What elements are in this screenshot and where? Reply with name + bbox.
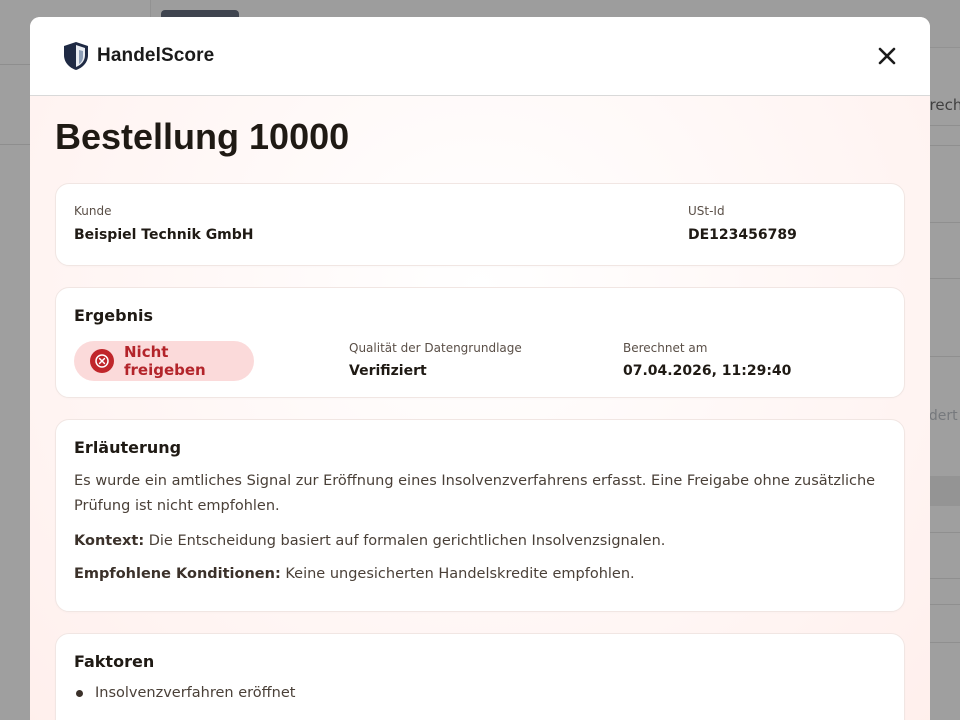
- list-item: Insolvenzverfahren eröffnet: [74, 685, 886, 701]
- modal-header: HandelScore: [30, 17, 930, 96]
- close-icon: [878, 47, 896, 65]
- brand-name: HandelScore: [97, 45, 215, 66]
- factor-list: Insolvenzverfahren eröffnet: [74, 685, 886, 701]
- explanation-card: Erläuterung Es wurde ein amtliches Signa…: [55, 419, 905, 612]
- conditions-text: Keine ungesicherten Handelskredite empfo…: [280, 566, 635, 582]
- context-text: Die Entscheidung basiert auf formalen ge…: [144, 533, 666, 549]
- computed-at-label: Berechnet am: [623, 341, 708, 355]
- explanation-text: Es wurde ein amtliches Signal zur Eröffn…: [74, 473, 876, 514]
- factors-card: Faktoren Insolvenzverfahren eröffnet: [55, 633, 905, 720]
- page-title: Bestellung 10000: [55, 116, 350, 157]
- data-quality-value: Verifiziert: [349, 363, 427, 379]
- result-title: Ergebnis: [74, 306, 153, 325]
- conditions-line: Empfohlene Konditionen: Keine ungesicher…: [74, 562, 886, 587]
- vat-id-value: DE123456789: [688, 227, 797, 243]
- explanation-title: Erläuterung: [74, 438, 182, 457]
- brand: HandelScore: [63, 41, 214, 71]
- shield-logo-icon: [64, 42, 88, 70]
- data-quality-field: Qualität der Datengrundlage Verifiziert: [349, 341, 522, 379]
- customer-label: Kunde: [74, 204, 112, 218]
- computed-at-value: 07.04.2026, 11:29:40: [623, 363, 792, 379]
- vat-id-field: USt-Id DE123456789: [688, 204, 797, 243]
- data-quality-label: Qualität der Datengrundlage: [349, 341, 522, 355]
- close-button[interactable]: [874, 43, 900, 69]
- computed-at-field: Berechnet am 07.04.2026, 11:29:40: [623, 341, 791, 379]
- factor-label: Insolvenzverfahren eröffnet: [95, 685, 296, 701]
- modal-body: Bestellung 10000 Kunde Beispiel Technik …: [30, 96, 930, 720]
- customer-value: Beispiel Technik GmbH: [74, 227, 254, 243]
- decision-badge: Nicht freigeben: [74, 341, 254, 381]
- order-detail-modal: HandelScore Bestellung 10000 Kunde Beisp…: [30, 17, 930, 720]
- customer-field: Kunde Beispiel Technik GmbH: [74, 204, 254, 243]
- result-card: Ergebnis Nicht freigeben Qualität der Da…: [55, 287, 905, 398]
- bullet-icon: [76, 689, 83, 697]
- customer-card: Kunde Beispiel Technik GmbH USt-Id DE123…: [55, 183, 905, 266]
- decision-badge-label: Nicht freigeben: [124, 343, 206, 379]
- context-label: Kontext:: [74, 533, 145, 549]
- factors-title: Faktoren: [74, 652, 155, 671]
- x-circle-icon: [90, 349, 114, 373]
- conditions-label: Empfohlene Konditionen:: [74, 566, 281, 582]
- vat-id-label: USt-Id: [688, 204, 725, 218]
- context-line: Kontext: Die Entscheidung basiert auf fo…: [74, 529, 886, 554]
